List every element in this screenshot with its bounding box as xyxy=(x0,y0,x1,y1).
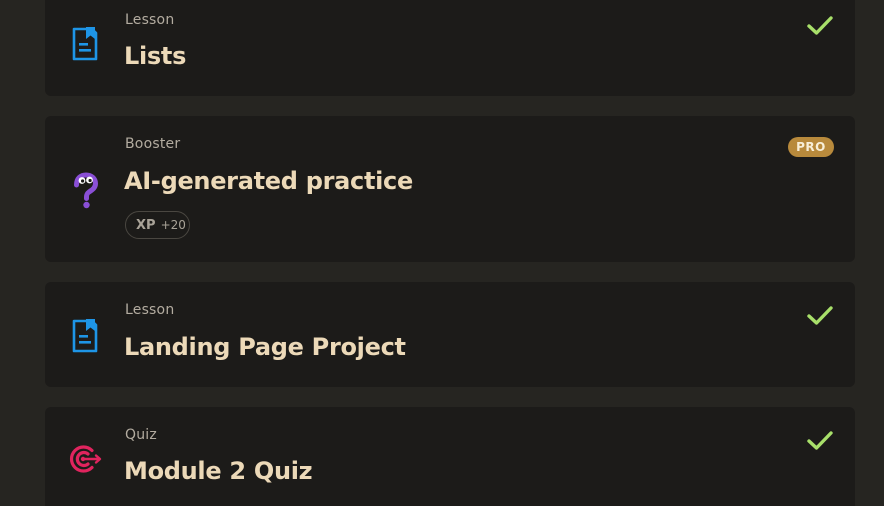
xp-label: XP xyxy=(136,217,156,233)
item-type-label: Lesson xyxy=(125,302,175,318)
item-title[interactable]: Module 2 Quiz xyxy=(124,457,313,485)
xp-reward-pill: XP +20 xyxy=(125,211,190,239)
list-item-lesson-lists[interactable]: Lesson Lists xyxy=(45,0,855,96)
list-item-quiz-module-2[interactable]: Quiz Module 2 Quiz xyxy=(45,407,855,506)
list-item-booster-ai-practice[interactable]: Booster AI-generated practice PRO XP +20 xyxy=(45,116,855,262)
lesson-document-icon xyxy=(69,26,101,62)
completed-check-icon xyxy=(806,15,834,37)
completed-check-icon xyxy=(806,305,834,327)
completed-check-icon xyxy=(806,430,834,452)
module-content-list: Lesson Lists Booster AI-generated practi… xyxy=(0,0,884,506)
pro-badge: PRO xyxy=(788,137,834,157)
quiz-target-icon xyxy=(67,443,103,475)
list-item-lesson-landing-page-project[interactable]: Lesson Landing Page Project xyxy=(45,282,855,387)
item-title[interactable]: Landing Page Project xyxy=(124,333,406,361)
xp-value: +20 xyxy=(160,218,186,232)
question-mark-character-icon xyxy=(72,172,102,212)
item-title[interactable]: AI-generated practice xyxy=(124,167,413,195)
item-type-label: Booster xyxy=(125,136,181,152)
item-type-label: Quiz xyxy=(125,427,157,443)
lesson-document-icon xyxy=(69,318,101,354)
item-type-label: Lesson xyxy=(125,12,175,28)
item-title[interactable]: Lists xyxy=(124,42,186,70)
